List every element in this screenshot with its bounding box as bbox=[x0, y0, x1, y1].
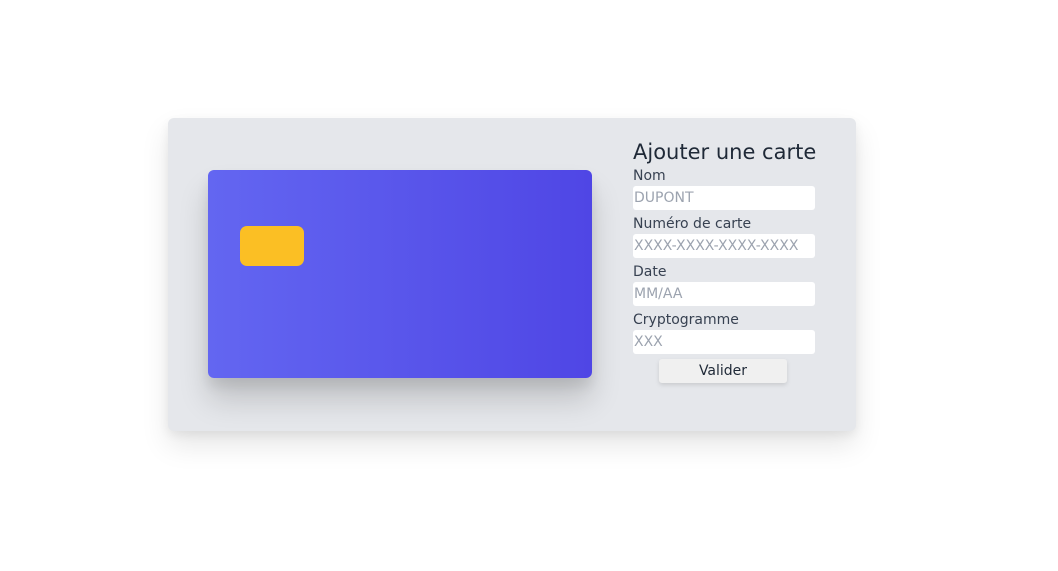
name-input[interactable] bbox=[633, 186, 815, 210]
name-label: Nom bbox=[633, 168, 666, 184]
card-chip-icon bbox=[240, 226, 304, 266]
cvv-input[interactable] bbox=[633, 330, 815, 354]
card-preview bbox=[208, 170, 592, 378]
card-number-label: Numéro de carte bbox=[633, 216, 752, 232]
add-card-panel: Ajouter une carte Nom Numéro de carte Da… bbox=[168, 118, 856, 431]
cvv-label: Cryptogramme bbox=[633, 312, 739, 328]
expiry-date-label: Date bbox=[633, 264, 667, 280]
form-title: Ajouter une carte bbox=[633, 140, 817, 164]
card-number-input[interactable] bbox=[633, 234, 815, 258]
submit-button[interactable]: Valider bbox=[659, 359, 787, 383]
add-card-form: Ajouter une carte Nom Numéro de carte Da… bbox=[633, 138, 817, 383]
expiry-date-input[interactable] bbox=[633, 282, 815, 306]
